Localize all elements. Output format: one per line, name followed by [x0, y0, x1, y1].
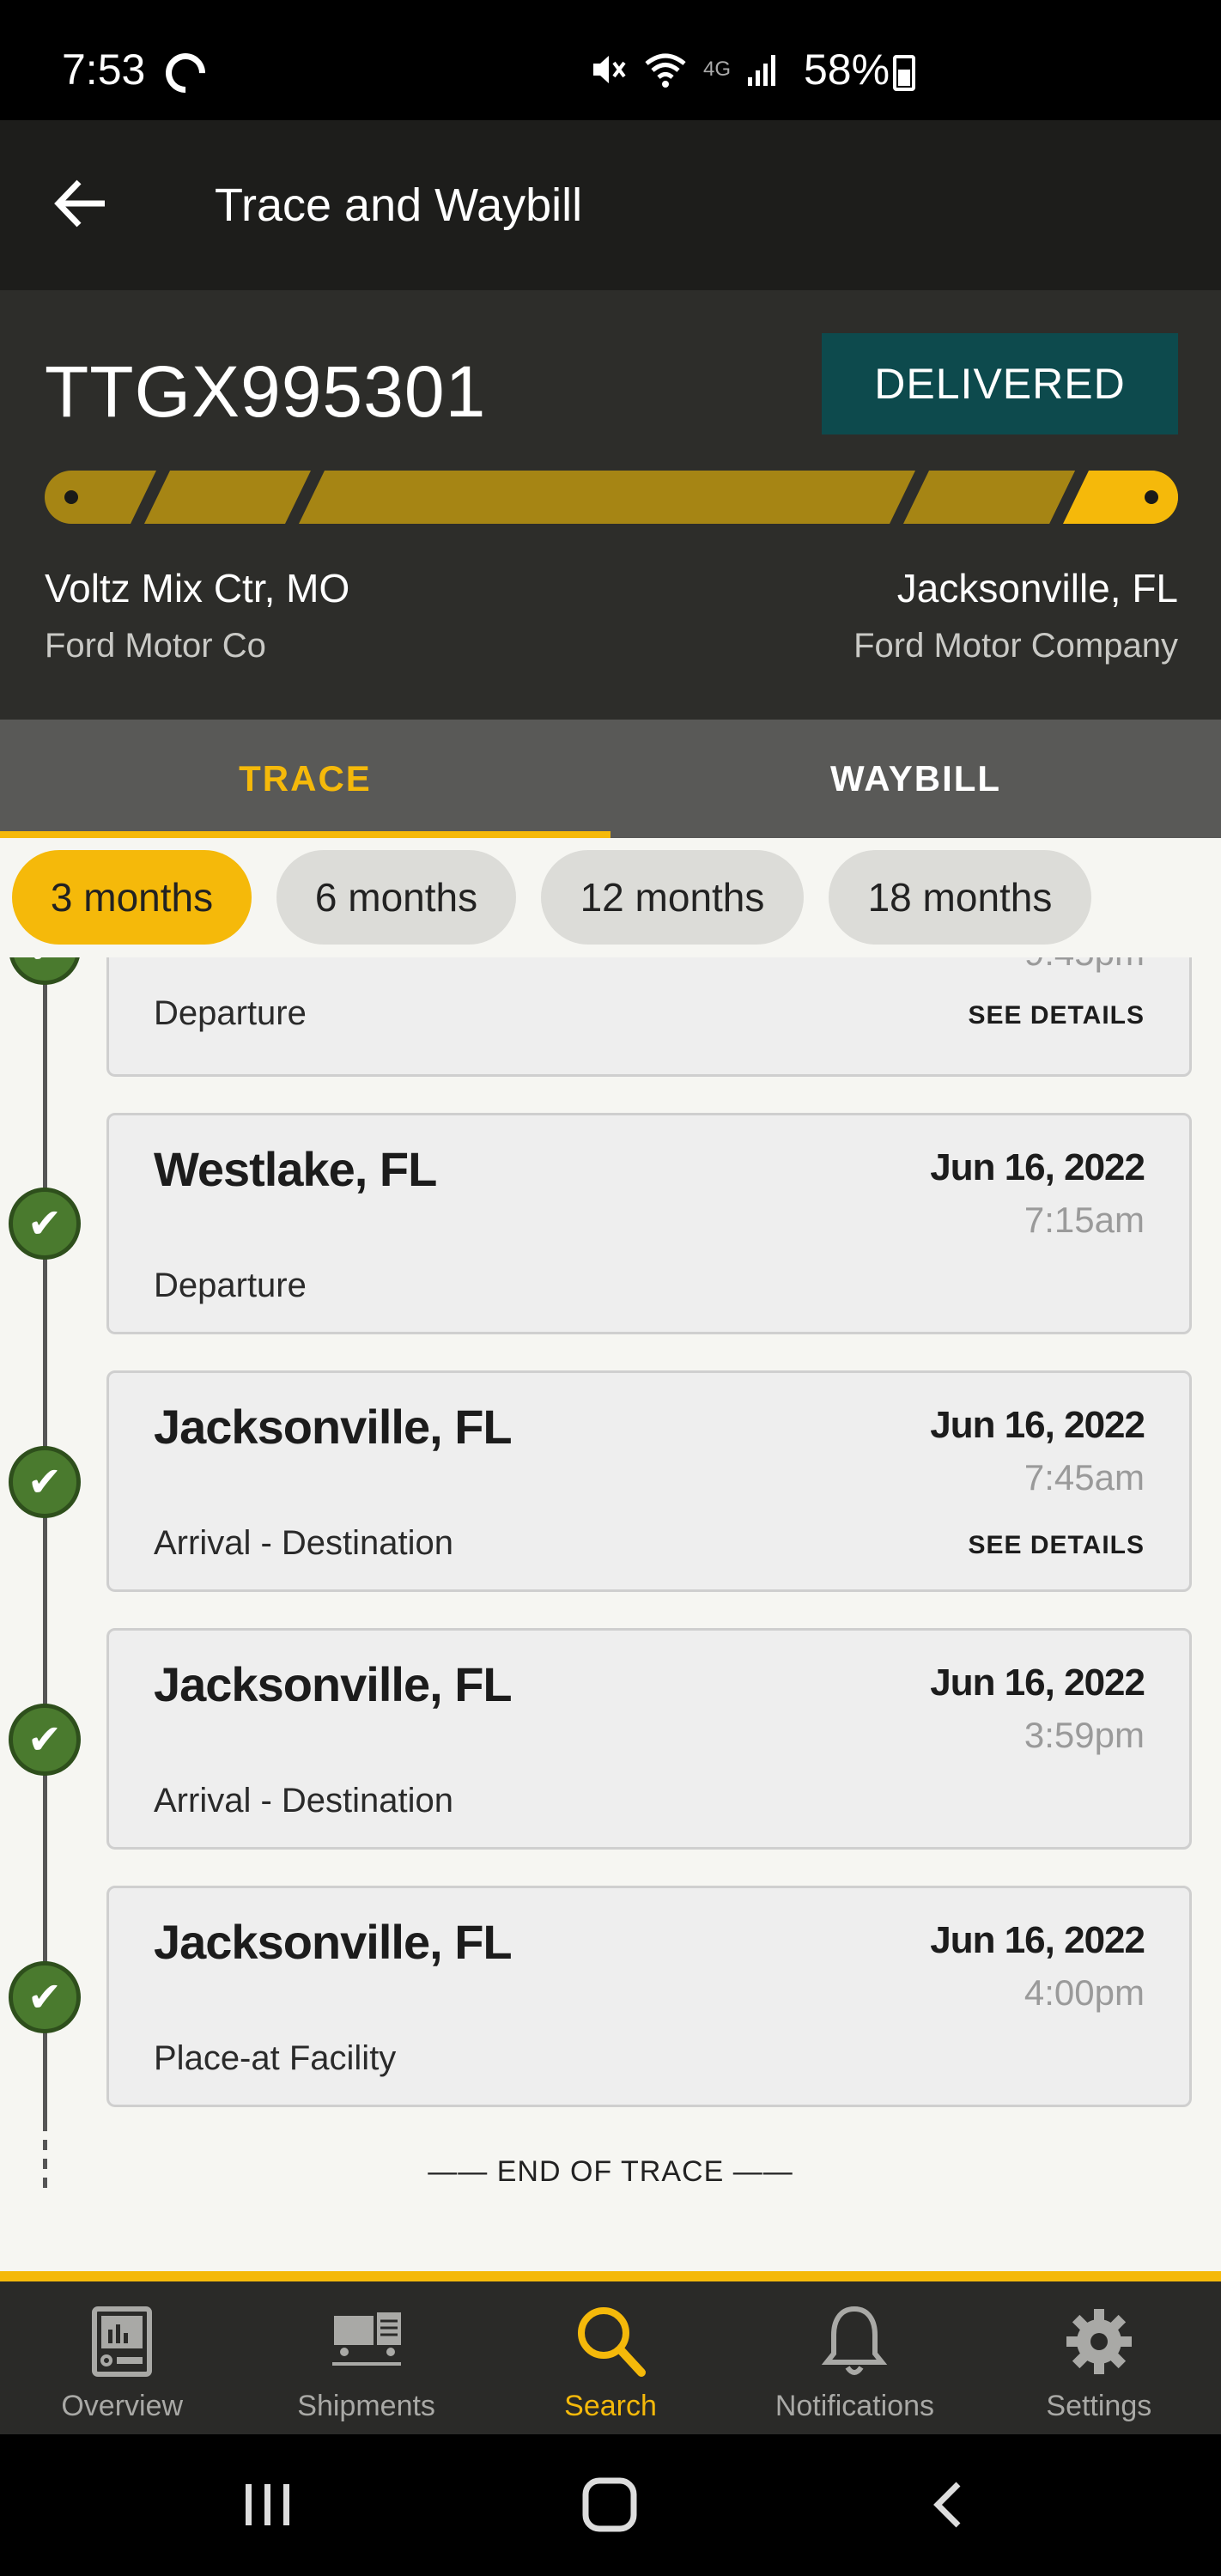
check-icon: ✔: [9, 1446, 81, 1518]
signal-icon: [748, 55, 776, 86]
status-bar: 7:53 4G 58%: [0, 0, 1221, 120]
home-icon[interactable]: [580, 2477, 641, 2532]
filter-3-months[interactable]: 3 months: [12, 850, 252, 945]
origin-company: Ford Motor Co: [45, 627, 266, 665]
event-type: Departure: [154, 994, 307, 1032]
trace-event-card[interactable]: Westlake, FL Jun 16, 2022 7:15am Departu…: [106, 1113, 1192, 1334]
nav-settings-label: Settings: [1046, 2390, 1152, 2422]
bottom-nav: Overview Shipments Search Notifications: [0, 2271, 1221, 2434]
gear-icon: [1066, 2309, 1132, 2374]
bell-icon: [822, 2306, 888, 2375]
event-date: Jun 16, 2022: [930, 1662, 1145, 1704]
nav-shipments-label: Shipments: [297, 2390, 435, 2422]
battery-percent: 58%: [804, 46, 890, 94]
nav-search-label: Search: [564, 2390, 657, 2422]
nav-notifications[interactable]: Notifications: [732, 2281, 976, 2434]
tab-bar: TRACE WAYBILL: [0, 720, 1221, 838]
nav-notifications-label: Notifications: [775, 2390, 935, 2422]
status-time: 7:53: [62, 46, 146, 94]
wifi-icon: [645, 53, 686, 88]
filter-12-months[interactable]: 12 months: [541, 850, 804, 945]
event-time: 7:15am: [1024, 1200, 1145, 1240]
check-icon: ✔: [9, 1704, 81, 1776]
app-bar: Trace and Waybill: [0, 120, 1221, 290]
recent-apps-icon[interactable]: [240, 2479, 295, 2530]
tab-trace[interactable]: TRACE: [0, 720, 610, 838]
nav-settings[interactable]: Settings: [977, 2281, 1221, 2434]
filter-18-months[interactable]: 18 months: [829, 850, 1091, 945]
event-type: Departure: [154, 1267, 307, 1304]
status-icons: 4G: [588, 50, 781, 89]
event-date: Jun 16, 2022: [930, 1146, 1145, 1188]
event-time: 3:59pm: [1024, 1715, 1145, 1755]
end-of-trace: —— END OF TRACE ——: [428, 2155, 793, 2188]
timeline-line: [43, 957, 47, 2121]
event-date: Jun 16, 2022: [930, 1919, 1145, 1961]
battery-icon: [893, 55, 915, 91]
mute-icon: [593, 56, 626, 83]
event-location: Jacksonville, FL: [154, 1915, 513, 1969]
status-badge: DELIVERED: [822, 333, 1178, 434]
destination-company: Ford Motor Company: [853, 627, 1178, 665]
check-icon: ✔: [9, 1188, 81, 1260]
origin-city: Voltz Mix Ctr, MO: [45, 566, 350, 611]
shipments-icon: [331, 2312, 401, 2366]
event-type: Arrival - Destination: [154, 1524, 454, 1562]
nav-search[interactable]: Search: [489, 2281, 732, 2434]
network-type: 4G: [703, 58, 732, 81]
event-location: Jacksonville, FL: [154, 1400, 513, 1454]
trace-timeline: ✔ 9:45pm Departure SEE DETAILS ✔ Westlak…: [0, 957, 1221, 2271]
see-details-link[interactable]: SEE DETAILS: [969, 1001, 1145, 1030]
trace-event-card[interactable]: Jacksonville, FL Jun 16, 2022 3:59pm Arr…: [106, 1628, 1192, 1850]
trip-progress-bar: [45, 471, 1178, 524]
trace-event-card[interactable]: Jacksonville, FL Jun 16, 2022 7:45am Arr…: [106, 1370, 1192, 1592]
back-arrow-icon[interactable]: [52, 173, 112, 234]
time-range-filters: 3 months 6 months 12 months 18 months: [12, 850, 1091, 945]
filter-6-months[interactable]: 6 months: [276, 850, 516, 945]
search-icon: [578, 2307, 647, 2377]
event-time: 7:45am: [1024, 1457, 1145, 1498]
shipment-header: TTGX995301 DELIVERED Voltz Mix Ctr, MO F…: [0, 290, 1221, 720]
check-icon: ✔: [9, 957, 81, 985]
nav-overview-label: Overview: [61, 2390, 184, 2422]
trace-event-card[interactable]: 9:45pm Departure SEE DETAILS: [106, 957, 1192, 1077]
status-ring-icon: [157, 45, 214, 101]
event-type: Place-at Facility: [154, 2039, 397, 2077]
car-id: TTGX995301: [45, 351, 487, 432]
event-time: 9:45pm: [1024, 957, 1145, 974]
destination-city: Jacksonville, FL: [896, 566, 1178, 611]
event-type: Arrival - Destination: [154, 1782, 454, 1820]
system-nav-bar: [0, 2434, 1221, 2576]
event-date: Jun 16, 2022: [930, 1404, 1145, 1446]
event-time: 4:00pm: [1024, 1972, 1145, 2013]
event-location: Jacksonville, FL: [154, 1657, 513, 1711]
overview-icon: [92, 2306, 153, 2377]
check-icon: ✔: [9, 1961, 81, 2033]
see-details-link[interactable]: SEE DETAILS: [969, 1531, 1145, 1560]
nav-shipments[interactable]: Shipments: [244, 2281, 488, 2434]
event-location: Westlake, FL: [154, 1142, 437, 1196]
page-title: Trace and Waybill: [215, 179, 583, 231]
nav-overview[interactable]: Overview: [0, 2281, 244, 2434]
system-back-icon[interactable]: [927, 2479, 970, 2530]
trace-event-card[interactable]: Jacksonville, FL Jun 16, 2022 4:00pm Pla…: [106, 1886, 1192, 2107]
tab-waybill[interactable]: WAYBILL: [610, 720, 1221, 838]
